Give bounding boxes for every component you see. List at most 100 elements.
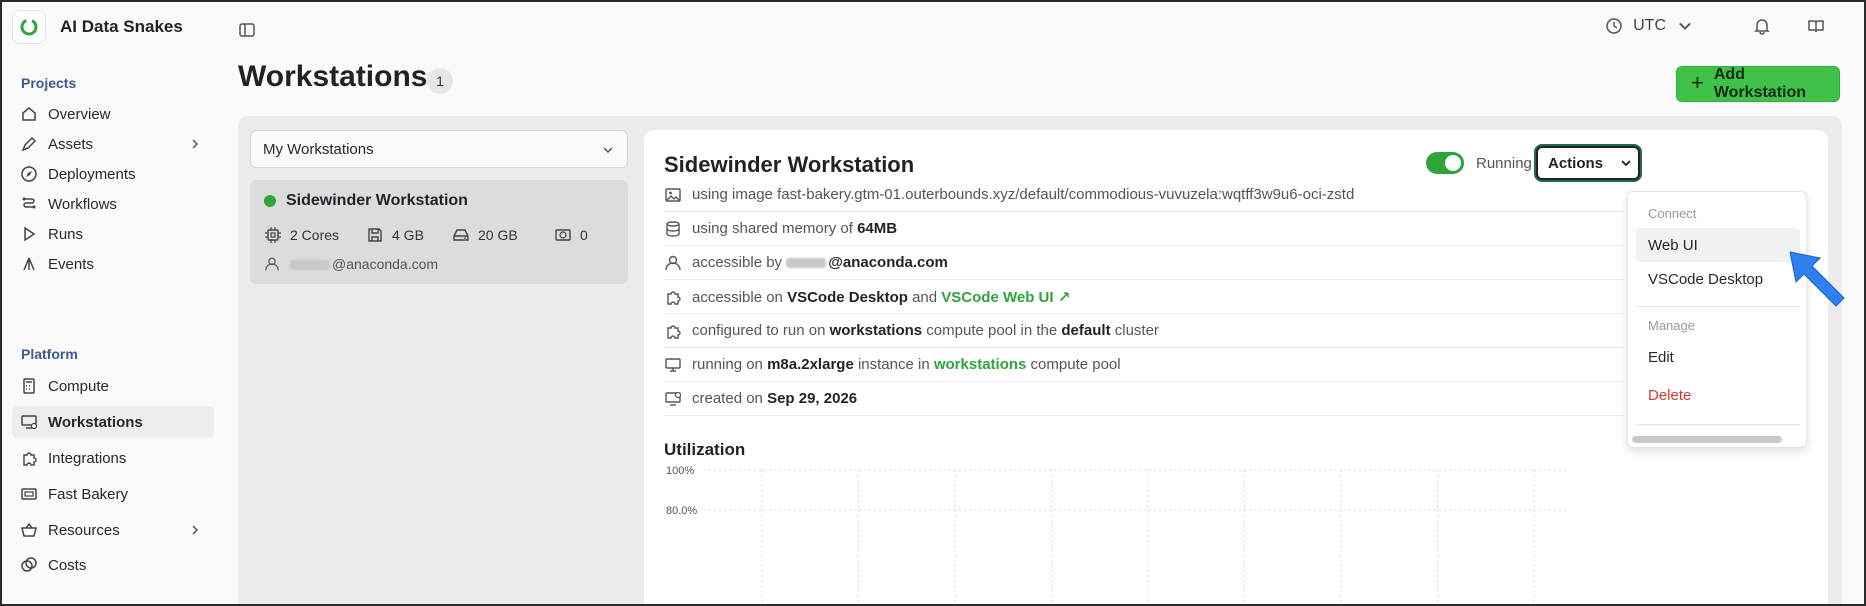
status-dot-icon xyxy=(264,195,276,207)
timezone-selector[interactable]: UTC xyxy=(1605,17,1694,35)
redacted-username xyxy=(290,260,330,271)
inst-suffix: compute pool xyxy=(1026,356,1121,373)
access-domain: @anaconda.com xyxy=(828,254,948,271)
redacted-username xyxy=(786,258,827,269)
basket-icon xyxy=(21,522,37,537)
sidebar-item-workflows[interactable]: Workflows xyxy=(12,188,214,220)
sidebar-item-label: Compute xyxy=(48,377,109,395)
menu-item-web-ui[interactable]: Web UI xyxy=(1636,228,1800,262)
sidebar-item-resources[interactable]: Resources xyxy=(12,514,214,546)
sidebar-item-fast-bakery[interactable]: Fast Bakery xyxy=(12,478,214,510)
workstation-filter-select[interactable]: My Workstations xyxy=(250,130,628,168)
brand-logo-icon xyxy=(12,10,46,44)
chart-grid xyxy=(704,469,1568,606)
spec-gpu-value: 0 xyxy=(580,227,588,243)
event-icon xyxy=(23,257,35,271)
timezone-label: UTC xyxy=(1633,17,1666,34)
menu-item-delete[interactable]: Delete xyxy=(1636,378,1800,412)
chevron-down-icon xyxy=(1621,160,1631,167)
memory-prefix: using shared memory of xyxy=(692,220,858,237)
pointer-arrow-icon xyxy=(1789,251,1845,307)
plus-icon: + xyxy=(1691,70,1704,95)
sidebar-item-deployments[interactable]: Deployments xyxy=(12,158,214,190)
add-workstation-button[interactable]: + Add Workstation xyxy=(1676,66,1840,102)
info-row-memory: using shared memory of 64MB xyxy=(664,212,1624,246)
docs-button[interactable] xyxy=(1806,16,1826,36)
sidebar-item-label: Workstations xyxy=(48,413,143,431)
brand-name: AI Data Snakes xyxy=(60,17,183,36)
spec-cores: 2 Cores xyxy=(264,226,366,244)
image-prefix: using image xyxy=(692,186,778,203)
sidebar-item-events[interactable]: Events xyxy=(12,248,214,280)
pool-cluster: default xyxy=(1061,322,1111,339)
sidebar-item-label: Assets xyxy=(48,135,94,153)
brand[interactable]: AI Data Snakes xyxy=(12,10,183,44)
menu-section-connect: Connect xyxy=(1648,206,1697,221)
y-tick-label: 80.0% xyxy=(666,505,697,517)
running-toggle[interactable] xyxy=(1426,152,1464,174)
notifications-button[interactable] xyxy=(1752,16,1772,36)
actions-button[interactable]: Actions xyxy=(1536,146,1640,180)
sidebar: AI Data Snakes Projects Overview Assets … xyxy=(0,0,228,606)
info-row-instance: running on m8a.2xlarge instance in works… xyxy=(664,348,1624,382)
on-desktop: VSCode Desktop xyxy=(787,288,908,306)
spec-cores-value: 2 Cores xyxy=(290,227,340,243)
sidebar-item-compute[interactable]: Compute xyxy=(12,370,214,402)
vscode-web-ui-link[interactable]: VSCode Web UI ↗ xyxy=(941,289,1070,306)
sidebar-item-overview[interactable]: Overview xyxy=(12,98,214,130)
sidebar-item-label: Workflows xyxy=(48,195,117,213)
menu-item-vscode-desktop[interactable]: VSCode Desktop xyxy=(1636,262,1800,296)
sidebar-toggle-button[interactable] xyxy=(238,21,256,39)
memory-value: 64MB xyxy=(857,220,898,237)
on-web: VSCode Web UI xyxy=(941,288,1054,306)
workstation-specs: 2 Cores 4 GB 20 GB 0 xyxy=(264,226,614,244)
user-icon xyxy=(665,255,681,270)
sidebar-item-label: Fast Bakery xyxy=(48,485,129,503)
save-icon xyxy=(368,228,382,242)
running-label: Running xyxy=(1476,154,1532,172)
workstation-icon xyxy=(21,415,38,430)
chevron-right-icon[interactable] xyxy=(188,523,202,537)
chevron-right-icon[interactable] xyxy=(188,137,202,151)
sidebar-panel-icon xyxy=(239,23,255,37)
running-status: Running xyxy=(1426,152,1532,174)
sidebar-item-costs[interactable]: Costs xyxy=(12,549,214,581)
sidebar-item-label: Overview xyxy=(48,105,111,123)
external-link-icon: ↗ xyxy=(1057,288,1071,306)
sidebar-item-label: Integrations xyxy=(48,449,127,467)
access-prefix: accessible by xyxy=(692,254,787,271)
sidebar-item-label: Runs xyxy=(48,225,84,243)
created-date: Sep 29, 2026 xyxy=(767,390,858,407)
utilization-title: Utilization xyxy=(664,440,746,459)
spec-disk: 20 GB xyxy=(452,226,554,244)
compute-pool-link[interactable]: workstations xyxy=(934,356,1027,373)
monitor-icon xyxy=(665,357,681,372)
coins-icon xyxy=(21,557,37,572)
detail-title: Sidewinder Workstation xyxy=(664,152,915,177)
workstation-card-name: Sidewinder Workstation xyxy=(286,192,468,209)
inst-prefix: running on xyxy=(692,356,768,373)
page-title: Workstations xyxy=(238,60,428,93)
menu-item-edit[interactable]: Edit xyxy=(1636,340,1800,374)
hard-drive-icon xyxy=(453,229,469,241)
actions-dropdown-menu: Connect Web UI VSCode Desktop Manage Edi… xyxy=(1627,191,1807,448)
filter-value: My Workstations xyxy=(263,140,374,158)
count-badge: 1 xyxy=(427,68,453,94)
sidebar-item-integrations[interactable]: Integrations xyxy=(12,442,214,474)
compass-icon xyxy=(21,166,37,182)
sidebar-item-runs[interactable]: Runs xyxy=(12,218,214,250)
add-workstation-label: Add Workstation xyxy=(1713,66,1807,101)
menu-scrollbar[interactable] xyxy=(1632,436,1782,443)
puzzle-icon xyxy=(23,452,37,466)
sidebar-item-workstations[interactable]: Workstations xyxy=(12,406,214,438)
puzzle-icon xyxy=(667,324,681,339)
clock-icon xyxy=(1606,18,1622,34)
cpu-icon xyxy=(265,227,281,243)
spec-memory-value: 4 GB xyxy=(392,227,424,243)
chevron-down-icon xyxy=(1679,22,1691,30)
image-value: fast-bakery.gtm-01.outerbounds.xyz/defau… xyxy=(777,186,1355,203)
sidebar-item-label: Events xyxy=(48,255,94,273)
workstation-card[interactable]: Sidewinder Workstation 2 Cores 4 GB 20 G… xyxy=(250,180,628,284)
sidebar-item-assets[interactable]: Assets xyxy=(12,128,214,160)
pool-prefix: configured to run on xyxy=(692,322,830,339)
